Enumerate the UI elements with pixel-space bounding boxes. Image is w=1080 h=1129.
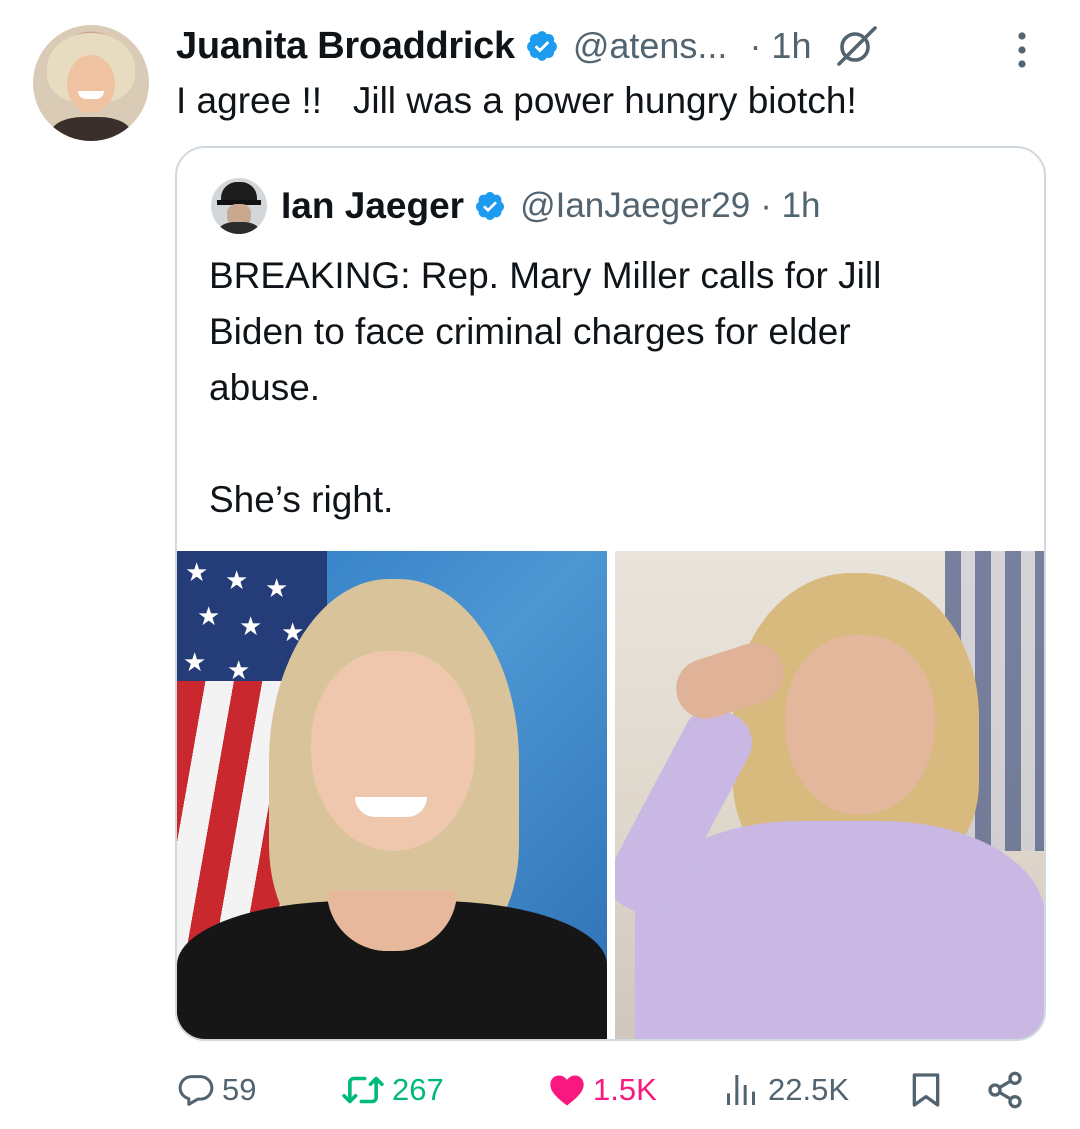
quoted-author-name[interactable]: Ian Jaeger bbox=[281, 185, 464, 227]
avatar-shirt bbox=[51, 117, 131, 141]
author-handle[interactable]: @atens... bbox=[573, 25, 728, 67]
star-icon: ★ bbox=[227, 655, 251, 685]
share-button[interactable] bbox=[985, 1068, 1031, 1112]
share-icon bbox=[988, 1071, 1022, 1109]
views-icon bbox=[727, 1075, 755, 1105]
quoted-author-avatar[interactable] bbox=[211, 178, 267, 234]
grok-icon[interactable] bbox=[831, 24, 883, 68]
tweet-action-bar: 59 267 1.5K 22.5K bbox=[0, 1062, 1080, 1118]
quoted-tweet-text: BREAKING: Rep. Mary Miller calls for Jil… bbox=[209, 248, 1009, 528]
quoted-text-line: She’s right. bbox=[209, 479, 394, 520]
star-icon: ★ bbox=[239, 611, 263, 641]
verified-badge-icon bbox=[476, 192, 505, 220]
reply-count: 59 bbox=[222, 1072, 257, 1107]
author-avatar[interactable] bbox=[33, 25, 149, 141]
like-button[interactable]: 1.5K bbox=[547, 1068, 657, 1112]
quoted-text-line: abuse. bbox=[209, 367, 321, 408]
star-icon: ★ bbox=[183, 647, 207, 677]
quoted-tweet-time[interactable]: · 1h bbox=[760, 186, 820, 226]
media-photo-left[interactable]: ★ ★ ★ ★ ★ ★ ★ ★ bbox=[177, 551, 607, 1039]
person-face bbox=[311, 651, 475, 851]
quoted-tweet-header: Ian Jaeger @IanJaeger29 · 1h bbox=[211, 178, 821, 234]
tweet-header: Juanita Broaddrick @atens... · 1h bbox=[176, 22, 883, 70]
star-icon: ★ bbox=[185, 557, 209, 587]
person-smile bbox=[355, 797, 427, 817]
views-button[interactable]: 22.5K bbox=[722, 1068, 849, 1112]
like-count: 1.5K bbox=[593, 1072, 657, 1107]
person-face bbox=[785, 635, 935, 815]
quoted-tweet-card[interactable]: Ian Jaeger @IanJaeger29 · 1h BREAKING: R… bbox=[175, 146, 1046, 1041]
retweet-icon bbox=[342, 1076, 384, 1104]
heart-icon bbox=[550, 1075, 584, 1106]
avatar-smile bbox=[78, 91, 104, 99]
retweet-count: 267 bbox=[392, 1072, 444, 1107]
media-photo-right[interactable] bbox=[615, 551, 1044, 1039]
author-name[interactable]: Juanita Broaddrick bbox=[176, 25, 515, 68]
bookmark-icon bbox=[912, 1073, 940, 1107]
star-icon: ★ bbox=[265, 573, 289, 603]
reply-button[interactable]: 59 bbox=[176, 1068, 256, 1112]
avatar-face bbox=[67, 55, 115, 113]
tweet-text: I agree !! Jill was a power hungry biotc… bbox=[176, 80, 857, 121]
quoted-text-line: Biden to face criminal charges for elder bbox=[209, 311, 851, 352]
avatar-body bbox=[219, 222, 259, 234]
quoted-text-line: BREAKING: Rep. Mary Miller calls for Jil… bbox=[209, 255, 882, 296]
views-count: 22.5K bbox=[768, 1072, 850, 1107]
star-icon: ★ bbox=[225, 565, 249, 595]
more-icon[interactable] bbox=[1011, 30, 1033, 70]
verified-badge-icon bbox=[526, 31, 557, 61]
reply-icon bbox=[178, 1075, 214, 1106]
retweet-button[interactable]: 267 bbox=[340, 1068, 444, 1112]
tweet-time[interactable]: · 1h bbox=[749, 25, 811, 67]
bookmark-button[interactable] bbox=[906, 1068, 952, 1112]
quoted-tweet-media: ★ ★ ★ ★ ★ ★ ★ ★ bbox=[177, 551, 1044, 1039]
star-icon: ★ bbox=[197, 601, 221, 631]
quoted-author-handle[interactable]: @IanJaeger29 bbox=[520, 186, 750, 226]
